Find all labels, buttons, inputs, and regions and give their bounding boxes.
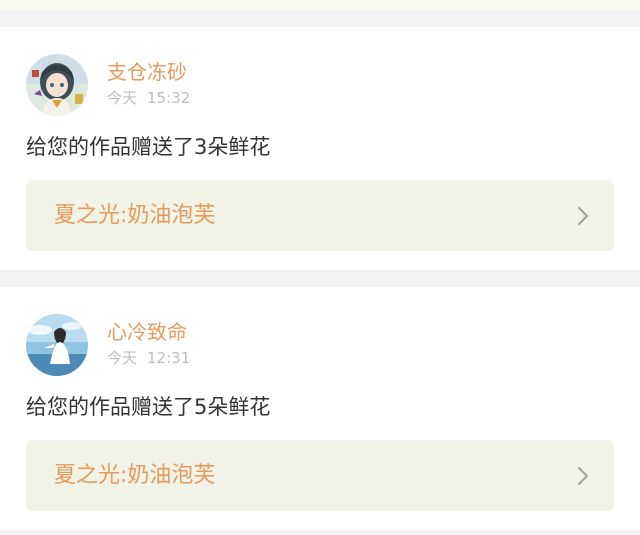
timestamp: 今天 15:32: [107, 88, 190, 108]
username[interactable]: 支仓冻砂: [107, 59, 187, 85]
previous-card-edge: [0, 0, 640, 10]
user-avatar[interactable]: [26, 54, 88, 116]
notification-message: 给您的作品赠送了5朵鲜花: [26, 395, 271, 419]
work-title: 夏之光:奶油泡芙: [54, 203, 216, 228]
timestamp: 今天 12:31: [107, 348, 190, 368]
chevron-right-icon: [578, 467, 588, 485]
time-day: 今天: [107, 349, 138, 367]
notification-card: 心冷致命 今天 12:31 给您的作品赠送了5朵鲜花 夏之光:奶油泡芙: [0, 287, 640, 530]
chevron-right-icon: [578, 207, 588, 225]
work-link[interactable]: 夏之光:奶油泡芙: [26, 180, 614, 251]
notification-card: 支仓冻砂 今天 15:32 给您的作品赠送了3朵鲜花 夏之光:奶油泡芙: [0, 27, 640, 270]
user-avatar[interactable]: [26, 314, 88, 376]
notification-message: 给您的作品赠送了3朵鲜花: [26, 135, 271, 159]
sky-figure-avatar-icon: [26, 314, 88, 376]
time-day: 今天: [107, 89, 138, 107]
time-clock: 12:31: [147, 349, 191, 367]
anime-girl-avatar-icon: [26, 54, 88, 116]
work-link[interactable]: 夏之光:奶油泡芙: [26, 440, 614, 511]
username[interactable]: 心冷致命: [107, 319, 187, 345]
work-title: 夏之光:奶油泡芙: [54, 463, 216, 488]
time-clock: 15:32: [147, 89, 191, 107]
